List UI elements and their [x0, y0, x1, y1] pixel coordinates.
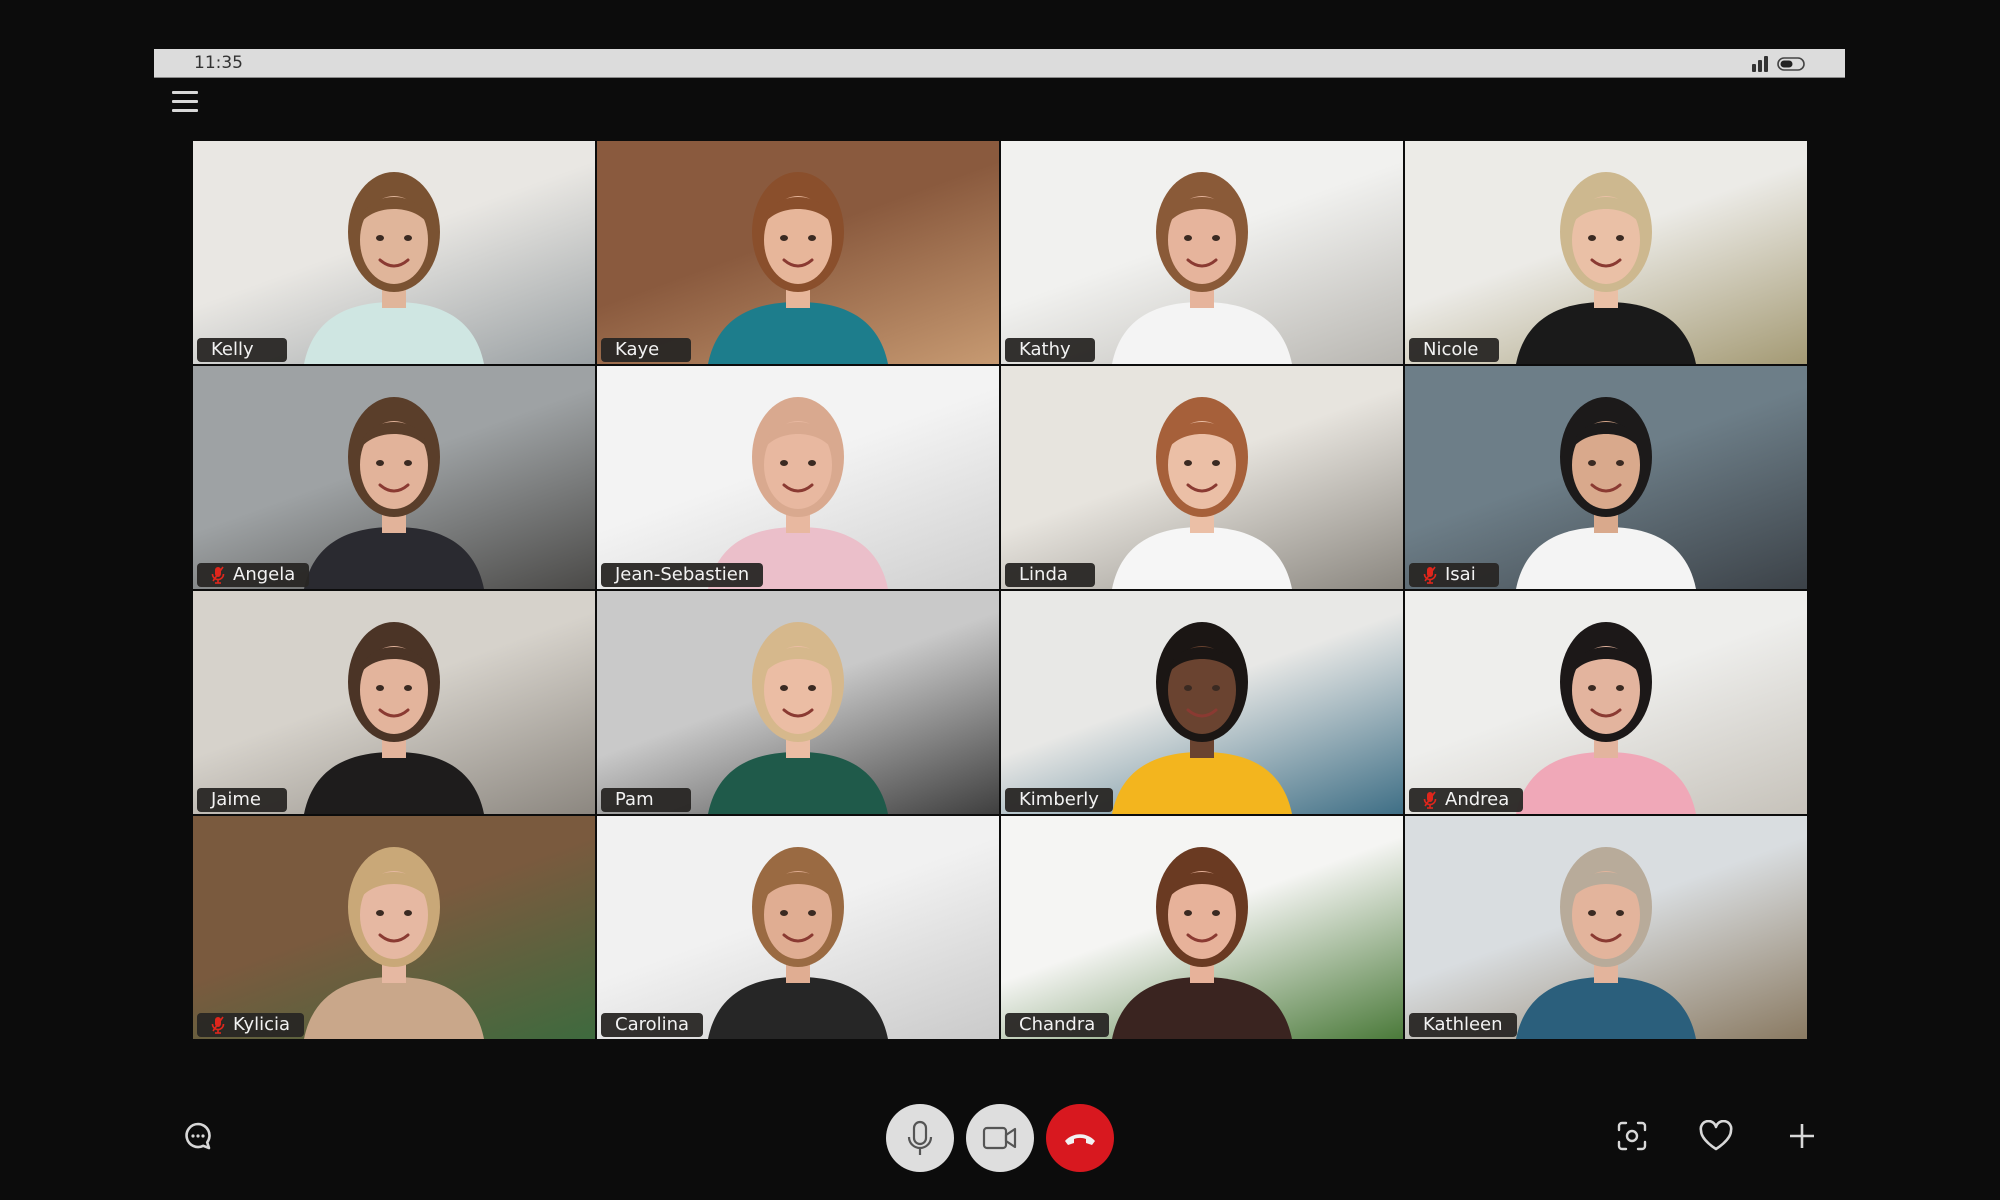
participant-name: Kaye [615, 339, 660, 360]
hamburger-menu-icon[interactable] [172, 91, 198, 117]
participant-tile[interactable]: Kaye [597, 141, 999, 364]
participant-video [304, 622, 484, 814]
participant-name-label: Kaye [601, 338, 691, 362]
participant-name: Kelly [211, 339, 254, 360]
participant-name: Kathy [1019, 339, 1071, 360]
participant-tile[interactable]: Nicole [1405, 141, 1807, 364]
video-button[interactable] [966, 1104, 1034, 1172]
participant-name-label: Kathleen [1409, 1013, 1517, 1037]
heart-icon [1699, 1120, 1733, 1151]
chat-bubble-icon [185, 1122, 211, 1150]
participant-name: Jean-Sebastien [615, 564, 750, 585]
hangup-button[interactable] [1046, 1104, 1114, 1172]
call-controls-bar [0, 1100, 2000, 1176]
participant-name-label: Andrea [1409, 788, 1524, 812]
screenshot-button[interactable] [1610, 1114, 1654, 1158]
screenshot-capture-icon [1617, 1121, 1647, 1151]
participant-tile[interactable]: Angela [193, 366, 595, 589]
participant-video [1516, 172, 1696, 364]
muted-microphone-icon [1423, 791, 1437, 809]
participant-tile[interactable]: Andrea [1405, 591, 1807, 814]
participant-video [708, 622, 888, 814]
participant-tile[interactable]: Pam [597, 591, 999, 814]
participant-name: Andrea [1445, 789, 1510, 810]
participant-video [1516, 397, 1696, 589]
participant-grid: Kelly Kaye Kathy Nicole Angela Jean-Sebastien… [193, 141, 1807, 1039]
participant-video [1112, 172, 1292, 364]
participant-tile[interactable]: Kelly [193, 141, 595, 364]
participant-tile[interactable]: Carolina [597, 816, 999, 1039]
participant-name-label: Carolina [601, 1013, 704, 1037]
participant-video [1516, 622, 1696, 814]
chat-button[interactable] [178, 1116, 218, 1156]
participant-video [304, 172, 484, 364]
participant-tile[interactable]: Jaime [193, 591, 595, 814]
participant-video [1112, 622, 1292, 814]
participant-name-label: Kimberly [1005, 788, 1113, 812]
participant-name: Pam [615, 789, 654, 810]
status-time: 11:35 [194, 53, 243, 73]
participant-video [1516, 847, 1696, 1039]
participant-tile[interactable]: Chandra [1001, 816, 1403, 1039]
participant-name-label: Chandra [1005, 1013, 1110, 1037]
participant-tile[interactable]: Isai [1405, 366, 1807, 589]
status-bar: 11:35 [154, 49, 1845, 78]
participant-name: Carolina [615, 1014, 690, 1035]
participant-video [304, 847, 484, 1039]
participant-tile[interactable]: Jean-Sebastien [597, 366, 999, 589]
muted-microphone-icon [1423, 566, 1437, 584]
participant-name-label: Kelly [197, 338, 287, 362]
participant-name-label: Kylicia [197, 1013, 305, 1037]
participant-name: Kylicia [233, 1014, 291, 1035]
video-camera-icon [982, 1126, 1017, 1150]
participant-video [304, 397, 484, 589]
muted-microphone-icon [211, 566, 225, 584]
battery-icon [1777, 57, 1805, 71]
add-button[interactable] [1780, 1114, 1824, 1158]
participant-tile[interactable]: Kylicia [193, 816, 595, 1039]
participant-tile[interactable]: Linda [1001, 366, 1403, 589]
participant-name-label: Pam [601, 788, 691, 812]
microphone-icon [907, 1120, 933, 1155]
favorite-button[interactable] [1694, 1114, 1738, 1158]
participant-name: Linda [1019, 564, 1068, 585]
participant-name-label: Angela [197, 563, 310, 587]
participant-video [1112, 847, 1292, 1039]
participant-name: Isai [1445, 564, 1476, 585]
participant-name: Kimberly [1019, 789, 1099, 810]
participant-name-label: Jean-Sebastien [601, 563, 764, 587]
participant-name: Chandra [1019, 1014, 1096, 1035]
participant-tile[interactable]: Kimberly [1001, 591, 1403, 814]
participant-name-label: Linda [1005, 563, 1095, 587]
phone-hangup-icon [1065, 1134, 1095, 1145]
participant-name: Nicole [1423, 339, 1479, 360]
participant-name-label: Isai [1409, 563, 1499, 587]
participant-name: Kathleen [1423, 1014, 1503, 1035]
participant-video [1112, 397, 1292, 589]
participant-name: Jaime [211, 789, 261, 810]
participant-video [708, 397, 888, 589]
muted-microphone-icon [211, 1016, 225, 1034]
mic-button[interactable] [886, 1104, 954, 1172]
signal-bars-icon [1752, 56, 1768, 72]
participant-name-label: Kathy [1005, 338, 1095, 362]
participant-name-label: Jaime [197, 788, 287, 812]
participant-name: Angela [233, 564, 296, 585]
participant-tile[interactable]: Kathleen [1405, 816, 1807, 1039]
participant-video [708, 172, 888, 364]
plus-icon [1790, 1124, 1814, 1148]
participant-name-label: Nicole [1409, 338, 1499, 362]
participant-tile[interactable]: Kathy [1001, 141, 1403, 364]
participant-video [708, 847, 888, 1039]
